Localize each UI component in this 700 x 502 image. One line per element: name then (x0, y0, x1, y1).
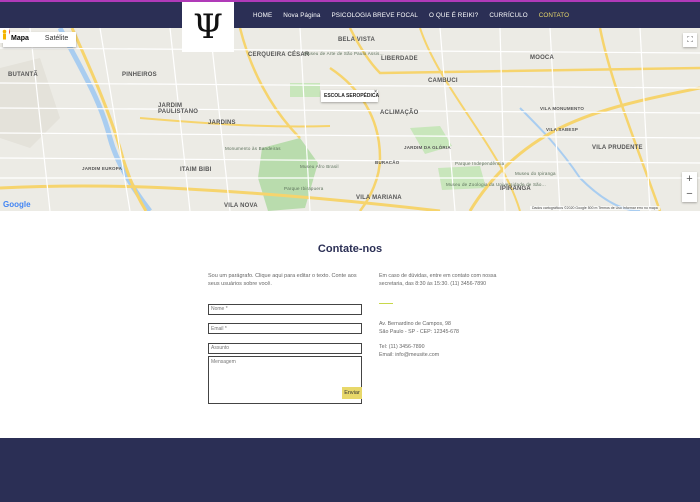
footer (0, 438, 700, 502)
zoom-control: + − (682, 172, 697, 202)
divider (379, 303, 393, 304)
intro-paragraph: Sou um parágrafo. Clique aqui para edita… (208, 273, 357, 287)
nav-contato[interactable]: CONTATO (539, 12, 569, 19)
map-place-monumento: Monumento às Bandeiras (225, 146, 281, 151)
map-label-jardins: JARDINS (208, 120, 236, 126)
map-label-liberdade: LIBERDADE (381, 56, 418, 62)
email-text[interactable]: Email: info@meusite.com (379, 351, 439, 359)
map-label-mooca: MOOCA (530, 55, 554, 61)
nav-nova-pagina[interactable]: Nova Página (283, 12, 320, 19)
google-map[interactable]: CERQUEIRA CÉSAR BELA VISTA LIBERDADE MOO… (0, 28, 700, 211)
nav-psicologia-breve-focal[interactable]: PSICOLOGIA BREVE FOCAL (331, 12, 418, 19)
map-place-independencia: Parque Independência (455, 161, 505, 166)
subject-field[interactable] (208, 342, 362, 354)
email-field[interactable] (208, 323, 362, 334)
map-label-vila-mariana: VILA MARIANA (356, 195, 402, 201)
map-label-pinheiros: PINHEIROS (122, 72, 157, 78)
map-label-vila-nova: VILA NOVA (224, 203, 258, 209)
map-label-cerqueira-cesar: CERQUEIRA CÉSAR (248, 52, 310, 58)
main-nav: HOME Nova Página PSICOLOGIA BREVE FOCAL … (253, 2, 580, 28)
map-label-vila-monumento: VILA MONUMENTO (540, 106, 585, 111)
address-block: Av. Bernardino de Campos, 98 São Paulo -… (379, 320, 459, 336)
contact-details: Tel: (11) 3456-7890 Email: info@meusite.… (379, 343, 439, 359)
map-label-cambuci: CAMBUCI (428, 78, 458, 84)
map-place-museu-zoologia: Museu de Zoologia da Universidade de São… (446, 182, 546, 187)
page-title: Contate-nos (317, 243, 383, 255)
site-logo[interactable]: Ψ (182, 2, 234, 52)
header-bar: HOME Nova Página PSICOLOGIA BREVE FOCAL … (0, 2, 700, 28)
zoom-in-button[interactable]: + (682, 172, 697, 187)
nav-reiki[interactable]: O QUE É REIKI? (429, 12, 478, 19)
map-place-museu-ipiranga: Museu do Ipiranga (515, 171, 556, 176)
address-line-2: São Paulo - SP - CEP: 12345-678 (379, 329, 459, 335)
map-label-buracao: BURACÃO (375, 160, 400, 165)
psi-logo-icon: Ψ (193, 7, 223, 47)
fullscreen-icon[interactable]: ⛶ (683, 33, 697, 47)
map-place-ibirapuera: Parque Ibirapuera (284, 186, 324, 191)
close-icon[interactable]: × (374, 89, 377, 95)
map-type-tabs: Mapa Satélite (3, 32, 77, 47)
map-attribution[interactable]: Dados cartográficos ©2020 Google 500 m T… (530, 206, 660, 210)
map-label-jardim-europa: JARDIM EUROPA (82, 166, 123, 171)
map-label-itaim-bibi: ITAIM BIBI (180, 167, 212, 173)
map-label-jardim-paulistano: JARDIM PAULISTANO (158, 103, 199, 115)
map-label-vila-prudente: VILA PRUDENTE (592, 145, 643, 151)
nav-curriculo[interactable]: CURRÍCULO (489, 12, 527, 19)
map-place-museu-afro: Museu Afro Brasil (300, 164, 339, 169)
message-field[interactable] (208, 355, 362, 404)
address-line-1: Av. Bernardino de Campos, 98 (379, 321, 451, 327)
contact-form (208, 297, 362, 409)
map-tab-satelite[interactable]: Satélite (37, 32, 76, 47)
zoom-out-button[interactable]: − (682, 187, 697, 202)
info-window-title: ESCOLA SEROPÉDICA (324, 93, 380, 99)
name-field[interactable] (208, 303, 362, 315)
map-label-bela-vista: BELA VISTA (338, 37, 376, 43)
phone-text: Tel: (11) 3456-7890 (379, 344, 425, 350)
map-label-aclimacao: ACLIMAÇÃO (380, 110, 419, 116)
map-label-jardim-da-gloria: JARDIM DA GLÓRIA (404, 145, 451, 150)
nav-home[interactable]: HOME (253, 12, 272, 19)
pegman-icon[interactable] (0, 28, 9, 43)
send-button[interactable]: Enviar (342, 387, 362, 399)
page: HOME Nova Página PSICOLOGIA BREVE FOCAL … (0, 0, 700, 502)
map-label-vila-sabesp: VILA SABESP (546, 127, 579, 132)
map-info-window[interactable]: ESCOLA SEROPÉDICA × (321, 89, 380, 102)
google-logo[interactable]: Google (3, 200, 31, 209)
map-label-butanta: BUTANTÃ (8, 72, 38, 78)
map-place-masp: Museu de Arte de São Paulo Assis... (304, 51, 384, 56)
help-text: Em caso de dúvidas, entre em contato com… (379, 273, 497, 287)
